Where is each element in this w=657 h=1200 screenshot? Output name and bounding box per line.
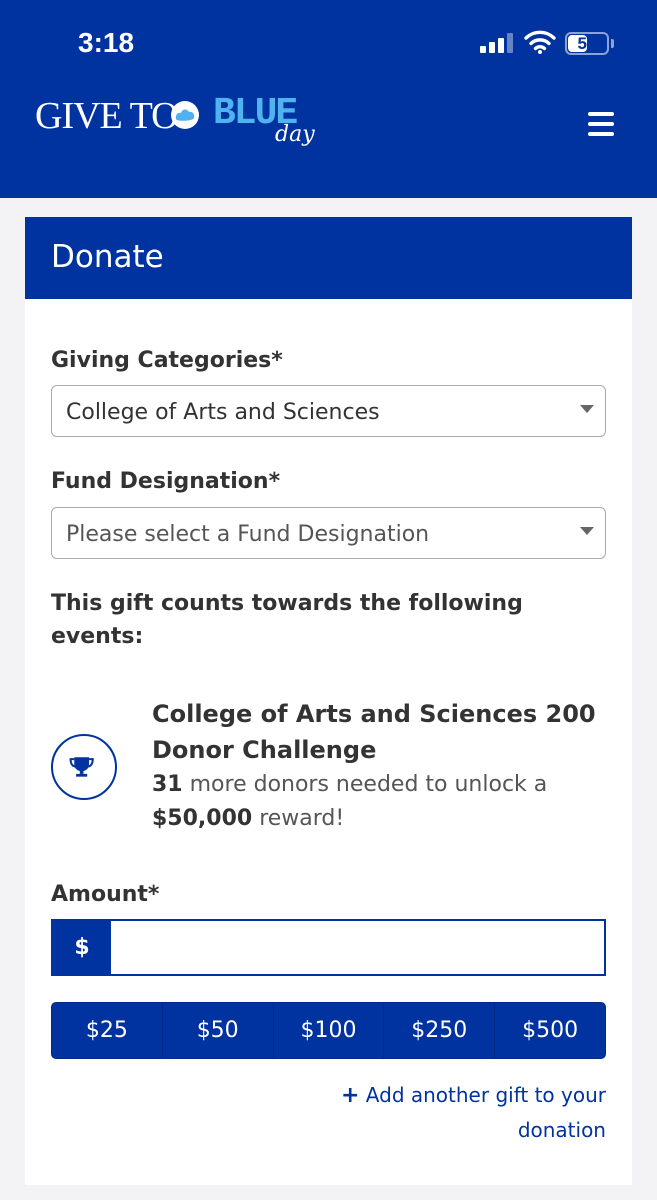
donate-title: Donate [51, 239, 164, 275]
giving-categories-value: College of Arts and Sciences [66, 400, 380, 425]
logo-text-give-to: GIVE TO [35, 95, 179, 137]
give-to-blue-day-logo[interactable]: GIVE TO BLUE day [35, 92, 335, 156]
donors-needed-count: 31 [152, 772, 183, 797]
reward-amount: $50,000 [152, 806, 253, 831]
event-title: College of Arts and Sciences 200 Donor C… [152, 700, 596, 764]
amount-100-button[interactable]: $100 [274, 1003, 385, 1058]
amount-field: $ [51, 919, 606, 976]
wifi-icon [524, 30, 556, 54]
logo-text-day: day [275, 122, 315, 147]
status-bar: 3:18 51 [0, 0, 657, 80]
amount-label: Amount* [51, 882, 160, 907]
battery-tip [611, 39, 614, 48]
giving-categories-select[interactable]: College of Arts and Sciences [51, 385, 606, 437]
plus-icon: + [341, 1083, 360, 1108]
chevron-down-icon [580, 527, 594, 535]
amount-25-button[interactable]: $25 [52, 1003, 163, 1058]
fund-designation-placeholder: Please select a Fund Designation [66, 522, 430, 547]
amount-500-button[interactable]: $500 [495, 1003, 605, 1058]
battery-percent: 51 [577, 34, 597, 53]
add-another-gift-link[interactable]: + Add another gift to your donation [306, 1078, 606, 1147]
event-description: 31 more donors needed to unlock a $50,00… [152, 768, 612, 836]
donate-card: Donate Giving Categories* College of Art… [25, 217, 632, 1185]
giving-categories-label: Giving Categories* [51, 348, 283, 373]
trophy-icon [51, 734, 117, 800]
amount-250-button[interactable]: $250 [384, 1003, 496, 1058]
app-header: 3:18 51 GIVE TO BLUE day [0, 0, 657, 198]
status-time: 3:18 [78, 27, 135, 58]
fund-designation-select[interactable]: Please select a Fund Designation [51, 507, 606, 559]
event-desc-middle: more donors needed to unlock a [189, 772, 548, 797]
logo-cloud-icon [171, 101, 199, 129]
donate-card-header: Donate [25, 217, 632, 299]
fund-designation-label: Fund Designation* [51, 469, 281, 494]
amount-input[interactable] [111, 921, 604, 974]
currency-addon: $ [53, 921, 111, 974]
cellular-signal-icon [480, 33, 514, 53]
hamburger-icon[interactable] [588, 112, 614, 138]
event-desc-end: reward! [259, 806, 345, 831]
chevron-down-icon [580, 405, 594, 413]
quick-amount-group: $25 $50 $100 $250 $500 [51, 1002, 606, 1059]
battery-icon: 51 [565, 32, 609, 55]
gift-counts-heading: This gift counts towards the following e… [51, 591, 523, 649]
amount-50-button[interactable]: $50 [163, 1003, 274, 1058]
add-gift-text: Add another gift to your donation [365, 1083, 606, 1142]
